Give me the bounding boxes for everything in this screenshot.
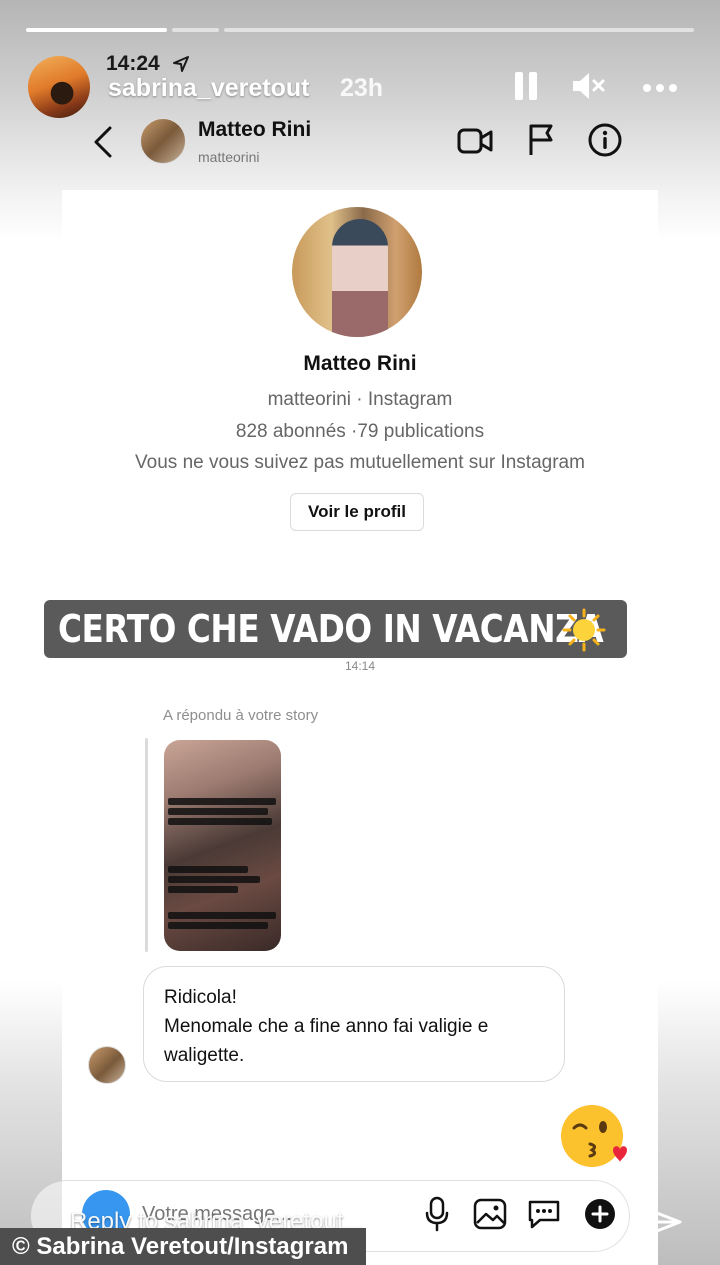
more-options-icon[interactable] xyxy=(640,78,680,98)
progress-segment xyxy=(172,28,219,32)
profile-subtitle: matteorini · Instagram xyxy=(267,389,453,410)
message-line: Menomale che a fine anno fai valigie e xyxy=(164,1016,489,1037)
thumbnail-text-strip xyxy=(168,798,276,805)
status-time: 14:24 xyxy=(106,52,160,75)
story-caption-text: CERTO CHE VADO IN VACANZA xyxy=(58,607,604,651)
dm-contact-name[interactable]: Matteo Rini xyxy=(198,118,311,142)
reply-quote-line xyxy=(145,738,148,952)
mute-icon[interactable] xyxy=(570,70,606,102)
thumbnail-text-strip xyxy=(168,886,238,893)
thumbnail-text-strip xyxy=(168,818,272,825)
kiss-wink-emoji-icon xyxy=(561,1105,627,1167)
info-icon[interactable] xyxy=(587,122,623,158)
photo-credit: © Sabrina Veretout/Instagram xyxy=(0,1228,367,1265)
sticker-icon[interactable] xyxy=(526,1196,562,1232)
sender-avatar[interactable] xyxy=(88,1046,126,1084)
message-timestamp: 14:14 xyxy=(344,659,376,673)
replied-story-thumbnail[interactable] xyxy=(164,740,281,951)
back-arrow-icon[interactable] xyxy=(90,124,116,160)
profile-stats: 828 abonnés ·79 publications xyxy=(235,421,485,442)
profile-name: Matteo Rini xyxy=(303,352,417,375)
message-line: Ridicola! xyxy=(164,987,237,1008)
message-bubble[interactable]: Ridicola! Menomale che a fine anno fai v… xyxy=(143,966,565,1082)
dm-contact-handle: matteorini xyxy=(198,149,260,165)
progress-segment xyxy=(26,28,167,32)
thumbnail-text-strip xyxy=(168,876,260,883)
dm-contact-avatar[interactable] xyxy=(140,118,186,164)
progress-segment xyxy=(224,28,694,32)
story-progress-bar xyxy=(26,28,694,32)
pause-icon[interactable] xyxy=(512,70,540,102)
send-icon[interactable] xyxy=(640,1200,684,1244)
location-arrow-icon xyxy=(173,56,189,72)
story-author-avatar[interactable] xyxy=(28,56,90,118)
thumbnail-text-strip xyxy=(168,922,268,929)
flag-icon[interactable] xyxy=(526,122,556,158)
message-line: waligette. xyxy=(164,1045,245,1066)
story-username[interactable]: sabrina_veretout xyxy=(108,74,309,103)
video-call-icon[interactable] xyxy=(456,124,494,158)
plus-icon[interactable] xyxy=(584,1198,616,1230)
sun-emoji-icon xyxy=(562,608,606,652)
story-reply-label: A répondu à votre story xyxy=(163,707,319,724)
thumbnail-text-strip xyxy=(168,866,248,873)
profile-photo-figure xyxy=(332,219,388,337)
story-age: 23h xyxy=(340,74,384,102)
microphone-icon[interactable] xyxy=(424,1196,450,1232)
gallery-icon[interactable] xyxy=(472,1196,508,1232)
profile-picture[interactable] xyxy=(292,207,422,337)
story-caption: CERTO CHE VADO IN VACANZA xyxy=(44,600,627,658)
view-profile-button[interactable]: Voir le profil xyxy=(290,493,424,531)
profile-mutual-status: Vous ne vous suivez pas mutuellement sur… xyxy=(135,452,585,473)
thumbnail-text-strip xyxy=(168,912,276,919)
thumbnail-text-strip xyxy=(168,808,268,815)
